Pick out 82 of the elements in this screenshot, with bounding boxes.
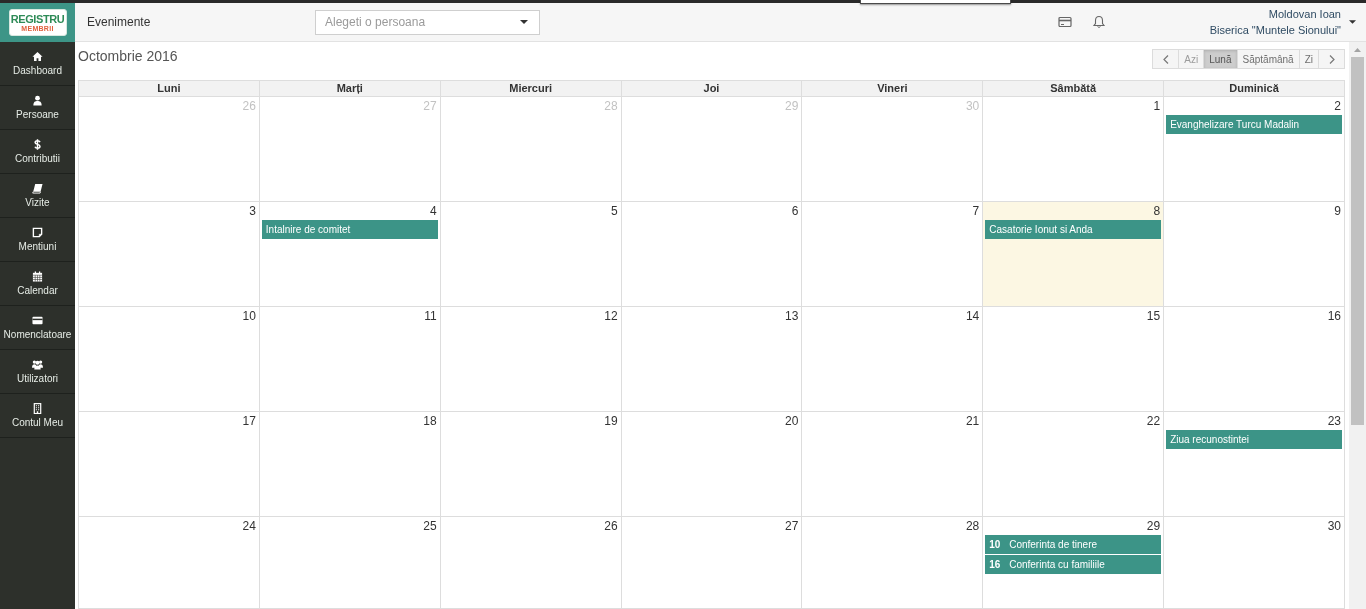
dollar-icon [32,139,43,150]
day-number: 5 [609,203,619,219]
day-number: 14 [964,308,981,324]
sidebar-item[interactable]: Utilizatori [0,350,75,394]
weekday-header: Joi [621,81,803,97]
sidebar-item[interactable]: Nomenclatoare [0,306,75,350]
day-number: 13 [784,308,800,324]
caret-icon [1349,20,1356,24]
scroll-up-icon[interactable] [1354,48,1361,52]
day-number: 17 [241,413,257,429]
users-icon [32,359,43,370]
calendar-event[interactable]: Evanghelizare Turcu Madalin [1166,115,1342,134]
weekday-header: Sâmbătă [983,81,1165,97]
day-number: 27 [784,518,800,534]
day-number: 1 [1152,98,1162,114]
day-number: 9 [1333,203,1342,219]
month-title: Octombrie 2016 [78,47,178,65]
day-number: 29 [784,98,800,114]
day-number: 15 [1145,308,1162,324]
caret-icon [520,20,528,24]
toolbar-button[interactable]: Lună [1203,49,1238,69]
previous-button[interactable] [1152,49,1180,69]
day-number: 24 [241,518,257,534]
book-icon [32,183,43,194]
calendar-event[interactable]: Casatorie Ionut si Anda [985,220,1162,239]
day-number: 22 [1145,413,1162,429]
sidebar-item[interactable]: Dashboard [0,42,75,86]
chevron-right-icon [1328,54,1335,64]
day-number: 12 [603,308,619,324]
day-number: 30 [964,98,981,114]
calendar-event[interactable]: 16 Conferinta cu familiile [985,555,1162,574]
day-number: 28 [603,98,619,114]
day-number: 23 [1326,413,1342,429]
sidebar-item[interactable]: Contul Meu [0,394,75,438]
sidebar-item[interactable]: Persoane [0,86,75,130]
sidebar-item[interactable]: Vizite [0,174,75,218]
day-number: 4 [429,203,438,219]
day-number: 30 [1326,518,1342,534]
building-icon [32,403,43,414]
day-number: 2 [1333,98,1342,114]
day-number: 29 [1145,518,1162,534]
scrollbar-thumb[interactable] [1351,57,1364,425]
day-number: 28 [964,518,981,534]
day-number: 20 [784,413,800,429]
toolbar-button[interactable]: Săptămână [1236,49,1300,69]
day-number: 26 [603,518,619,534]
day-number: 21 [964,413,981,429]
chevron-left-icon [1162,54,1169,64]
calendar-event[interactable]: Ziua recunostintei [1166,430,1342,449]
calendar-event[interactable]: 10 Conferinta de tinere [985,535,1162,554]
day-number: 10 [241,308,257,324]
day-number: 6 [790,203,800,219]
day-number: 26 [241,98,257,114]
weekday-header: Duminică [1164,81,1345,97]
sidebar-item[interactable]: Calendar [0,262,75,306]
page-title: Evenimente [86,15,152,29]
next-button[interactable] [1318,49,1345,69]
day-number: 16 [1326,308,1342,324]
weekday-header: Marți [259,81,441,97]
day-number: 18 [422,413,438,429]
note-icon [32,227,43,238]
user-icon [32,95,43,106]
card-icon [32,315,43,326]
sidebar-item[interactable]: Mentiuni [0,218,75,262]
sidebar-item[interactable]: Contributii [0,130,75,174]
weekday-header: Vineri [802,81,984,97]
card-icon[interactable] [1057,15,1072,29]
weekday-header: Luni [79,81,260,97]
day-number: 11 [423,308,438,324]
day-number: 25 [422,518,438,534]
person-select[interactable]: Alegeti o persoana [315,9,540,35]
calendar-icon [32,271,43,282]
calendar-event[interactable]: Intalnire de comitet [261,220,438,239]
user-menu[interactable]: Moldovan Ioan Biserica "Muntele Sionului" [1209,6,1366,38]
day-number: 19 [603,413,619,429]
day-number: 8 [1152,203,1162,219]
home-icon [32,51,43,62]
weekday-header: Miercuri [440,81,622,97]
day-number: 27 [422,98,438,114]
bell-icon[interactable] [1091,15,1106,29]
day-number: 7 [971,203,981,219]
day-number: 3 [248,203,257,219]
